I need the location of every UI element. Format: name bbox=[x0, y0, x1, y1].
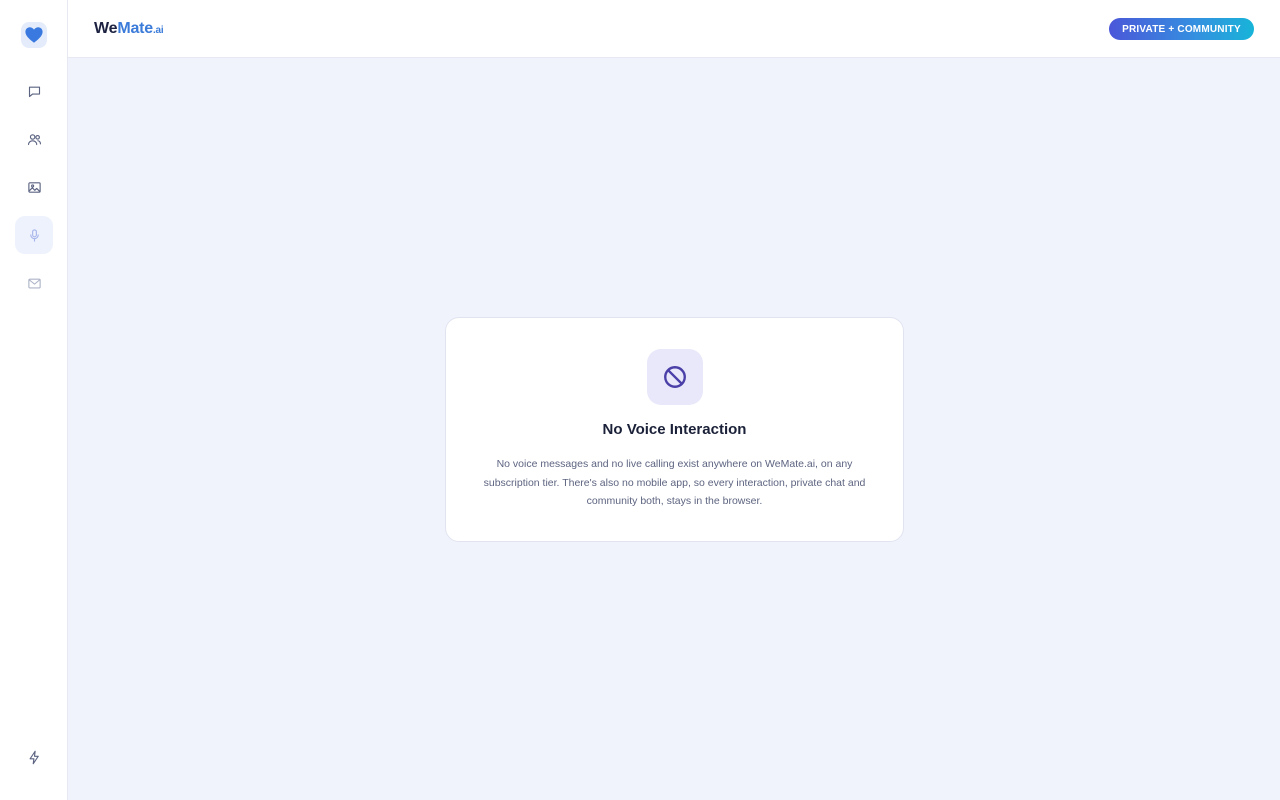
sidebar-item-community[interactable] bbox=[15, 120, 53, 158]
plan-badge[interactable]: PRIVATE + COMMUNITY bbox=[1109, 18, 1254, 40]
card-title: No Voice Interaction bbox=[602, 421, 747, 438]
info-card: No Voice Interaction No voice messages a… bbox=[445, 317, 904, 542]
prohibited-icon bbox=[664, 366, 686, 388]
image-icon bbox=[27, 181, 41, 193]
sidebar-item-messages[interactable] bbox=[15, 264, 53, 302]
microphone-icon bbox=[29, 228, 39, 242]
sidebar-item-chat[interactable] bbox=[15, 72, 53, 110]
lightning-icon bbox=[29, 750, 39, 764]
users-icon bbox=[27, 133, 41, 145]
brand-ai: .ai bbox=[152, 25, 164, 36]
brand-we: We bbox=[94, 20, 118, 37]
card-icon-box bbox=[647, 349, 703, 405]
brand-mate: Mate bbox=[117, 20, 153, 37]
app-window: WeMate.ai PRIVATE + COMMUNITY No Voice I… bbox=[0, 0, 1280, 800]
heart-logo-icon[interactable] bbox=[21, 22, 47, 48]
mail-icon bbox=[27, 278, 41, 288]
sidebar-item-voice[interactable] bbox=[15, 216, 53, 254]
top-header: WeMate.ai PRIVATE + COMMUNITY bbox=[68, 0, 1280, 58]
brand-logo[interactable]: WeMate.ai bbox=[94, 20, 164, 38]
chat-icon bbox=[28, 86, 40, 97]
card-description: No voice messages and no live calling ex… bbox=[483, 458, 866, 507]
sidebar-item-gallery[interactable] bbox=[15, 168, 53, 206]
sidebar-item-upgrade[interactable] bbox=[15, 738, 53, 776]
sidebar bbox=[0, 0, 68, 800]
